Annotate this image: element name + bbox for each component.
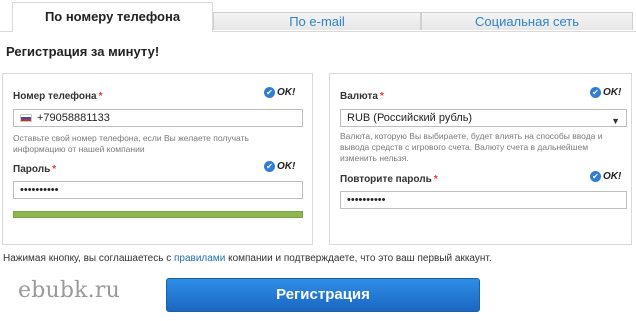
tab-bar: По номеру телефона По e-mail Социальная … xyxy=(0,0,636,32)
rules-link[interactable]: правилами xyxy=(174,253,225,264)
currency-label-text: Валюта xyxy=(340,91,378,102)
password-label: Пароль * xyxy=(13,164,56,175)
russia-flag-icon xyxy=(20,114,32,123)
phone-label-text: Номер телефона xyxy=(13,91,97,102)
phone-value: +79058881133 xyxy=(37,112,110,124)
currency-select[interactable]: RUB (Российский рубль) ▼ xyxy=(340,109,627,127)
agreement-before: Нажимая кнопку, вы соглашаетесь с xyxy=(3,253,172,264)
phone-ok-status: ✔ OK! xyxy=(264,87,295,98)
left-form-panel: Номер телефона * ✔ OK! +79058881133 Остав… xyxy=(2,73,313,245)
watermark: ebubk.ru xyxy=(18,278,120,303)
required-mark: * xyxy=(379,91,384,102)
repeat-password-label: Повторите пароль * xyxy=(340,174,438,185)
check-icon: ✔ xyxy=(264,161,275,172)
password-input[interactable]: •••••••••• xyxy=(13,181,303,199)
register-button[interactable]: Регистрация xyxy=(166,278,480,312)
currency-ok-text: OK! xyxy=(603,87,622,98)
currency-hint: Валюта, которую Вы выбираете, будет влия… xyxy=(340,131,603,163)
currency-ok-status: ✔ OK! xyxy=(590,87,621,98)
required-mark: * xyxy=(433,174,438,185)
password-ok-text: OK! xyxy=(277,161,296,172)
required-mark: * xyxy=(98,91,103,102)
agreement-after: компании и подтверждаете, что это ваш пе… xyxy=(228,253,492,264)
check-icon: ✔ xyxy=(264,87,275,98)
phone-input[interactable]: +79058881133 xyxy=(13,109,303,127)
phone-label: Номер телефона * xyxy=(13,91,103,102)
phone-ok-text: OK! xyxy=(277,87,296,98)
currency-label: Валюта * xyxy=(340,91,384,102)
agreement-text: Нажимая кнопку, вы соглашаетесь с правил… xyxy=(3,253,492,264)
currency-value: RUB (Российский рубль) xyxy=(347,112,473,124)
check-icon: ✔ xyxy=(590,171,601,182)
tab-email[interactable]: По e-mail xyxy=(213,12,421,30)
repeat-password-input[interactable]: •••••••••• xyxy=(340,191,627,209)
repeat-password-ok-status: ✔ OK! xyxy=(590,171,621,182)
dropdown-arrow-icon: ▼ xyxy=(611,116,620,126)
repeat-password-label-text: Повторите пароль xyxy=(340,174,432,185)
password-label-text: Пароль xyxy=(13,164,51,175)
password-strength-bar xyxy=(13,211,303,218)
check-icon: ✔ xyxy=(590,87,601,98)
page-title: Регистрация за минуту! xyxy=(6,44,160,59)
phone-hint: Оставьте свой номер телефона, если Вы же… xyxy=(13,133,249,154)
tab-social-network[interactable]: Социальная сеть xyxy=(421,12,633,30)
tab-phone[interactable]: По номеру телефона xyxy=(12,2,213,32)
required-mark: * xyxy=(52,164,57,175)
repeat-password-ok-text: OK! xyxy=(603,171,622,182)
password-ok-status: ✔ OK! xyxy=(264,161,295,172)
right-form-panel: Валюта * ✔ OK! RUB (Российский рубль) ▼ В… xyxy=(329,73,632,245)
